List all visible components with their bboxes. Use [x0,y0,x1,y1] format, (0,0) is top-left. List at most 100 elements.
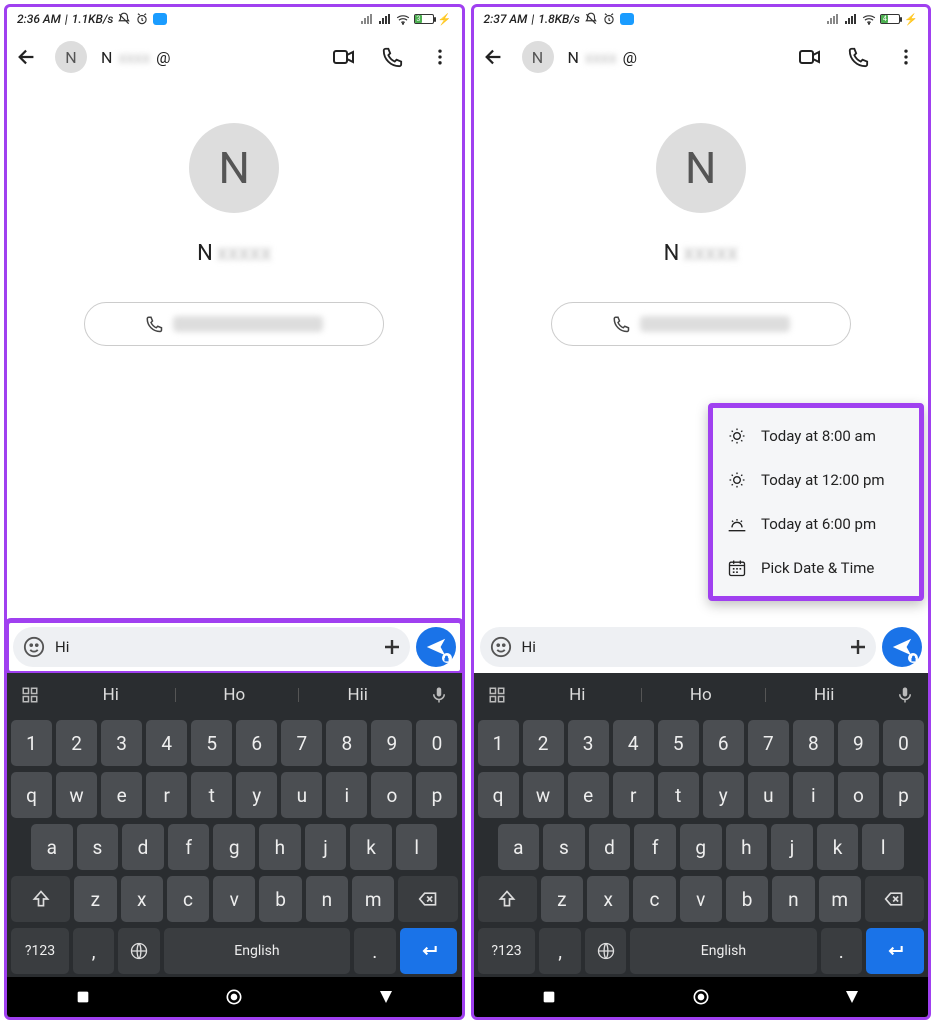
key-u[interactable]: u [748,772,789,818]
key-i[interactable]: i [326,772,367,818]
key-v[interactable]: v [680,876,722,922]
language-key[interactable] [118,928,159,974]
nav-home-button[interactable] [223,986,245,1008]
video-call-button[interactable] [796,43,824,71]
key-q[interactable]: q [11,772,52,818]
key-5[interactable]: 5 [191,720,232,766]
key-o[interactable]: o [371,772,412,818]
key-l[interactable]: l [862,824,904,870]
voice-call-button[interactable] [378,43,406,71]
attachment-button[interactable] [846,635,870,659]
key-h[interactable]: h [259,824,301,870]
key-w[interactable]: w [523,772,564,818]
key-j[interactable]: j [771,824,813,870]
key-t[interactable]: t [658,772,699,818]
key-r[interactable]: r [613,772,654,818]
key-s[interactable]: s [543,824,585,870]
voice-call-button[interactable] [844,43,872,71]
key-v[interactable]: v [213,876,255,922]
key-x[interactable]: x [121,876,163,922]
key-h[interactable]: h [726,824,768,870]
shift-key[interactable] [11,876,70,922]
key-7[interactable]: 7 [748,720,789,766]
key-4[interactable]: 4 [613,720,654,766]
nav-back-button[interactable] [841,986,863,1008]
key-s[interactable]: s [77,824,119,870]
key-k[interactable]: k [817,824,859,870]
symbols-key[interactable]: ?123 [11,928,69,974]
key-e[interactable]: e [568,772,609,818]
suggestion-1[interactable]: Hi [51,685,171,705]
key-q[interactable]: q [478,772,519,818]
nav-recent-button[interactable] [72,986,94,1008]
key-0[interactable]: 0 [416,720,457,766]
key-j[interactable]: j [305,824,347,870]
emoji-picker-icon[interactable] [490,636,512,658]
nav-back-button[interactable] [375,986,397,1008]
voice-input-icon[interactable] [888,678,922,712]
key-y[interactable]: y [703,772,744,818]
key-y[interactable]: y [236,772,277,818]
key-x[interactable]: x [587,876,629,922]
period-key[interactable]: . [821,928,862,974]
key-1[interactable]: 1 [478,720,519,766]
key-2[interactable]: 2 [56,720,97,766]
key-o[interactable]: o [838,772,879,818]
key-m[interactable]: m [352,876,394,922]
key-z[interactable]: z [74,876,116,922]
key-1[interactable]: 1 [11,720,52,766]
space-key[interactable]: English [630,928,816,974]
suggestion-2[interactable]: Ho [175,685,295,705]
key-r[interactable]: r [146,772,187,818]
key-p[interactable]: p [883,772,924,818]
schedule-option-12pm[interactable]: Today at 12:00 pm [713,458,919,502]
video-call-button[interactable] [330,43,358,71]
contact-title[interactable]: Nxxxx@ [568,48,783,67]
key-k[interactable]: k [350,824,392,870]
suggestion-3[interactable]: Hii [298,685,418,705]
key-9[interactable]: 9 [371,720,412,766]
nav-home-button[interactable] [690,986,712,1008]
key-2[interactable]: 2 [523,720,564,766]
schedule-option-8am[interactable]: Today at 8:00 am [713,414,919,458]
attachment-button[interactable] [380,635,404,659]
phone-number-pill[interactable] [551,302,851,346]
more-menu-button[interactable] [892,43,920,71]
emoji-picker-icon[interactable] [23,636,45,658]
send-button[interactable] [416,627,456,667]
key-8[interactable]: 8 [326,720,367,766]
key-g[interactable]: g [680,824,722,870]
contact-avatar-small[interactable]: N [55,41,87,73]
key-l[interactable]: l [396,824,438,870]
key-a[interactable]: a [31,824,73,870]
space-key[interactable]: English [164,928,350,974]
key-8[interactable]: 8 [793,720,834,766]
suggestion-2[interactable]: Ho [641,685,761,705]
back-button[interactable] [13,43,41,71]
key-c[interactable]: c [633,876,675,922]
backspace-key[interactable] [865,876,924,922]
key-b[interactable]: b [259,876,301,922]
nav-recent-button[interactable] [538,986,560,1008]
back-button[interactable] [480,43,508,71]
key-4[interactable]: 4 [146,720,187,766]
key-a[interactable]: a [498,824,540,870]
contact-avatar-small[interactable]: N [522,41,554,73]
key-n[interactable]: n [306,876,348,922]
suggestion-1[interactable]: Hi [518,685,638,705]
key-e[interactable]: e [101,772,142,818]
key-3[interactable]: 3 [101,720,142,766]
message-textfield[interactable]: Hi [480,627,877,667]
enter-key[interactable] [400,928,458,974]
key-d[interactable]: d [122,824,164,870]
key-c[interactable]: c [167,876,209,922]
more-menu-button[interactable] [426,43,454,71]
send-button[interactable] [882,627,922,667]
voice-input-icon[interactable] [422,678,456,712]
key-p[interactable]: p [416,772,457,818]
key-d[interactable]: d [589,824,631,870]
message-textfield[interactable]: Hi [13,627,410,667]
key-0[interactable]: 0 [883,720,924,766]
enter-key[interactable] [866,928,924,974]
suggestion-3[interactable]: Hii [765,685,885,705]
